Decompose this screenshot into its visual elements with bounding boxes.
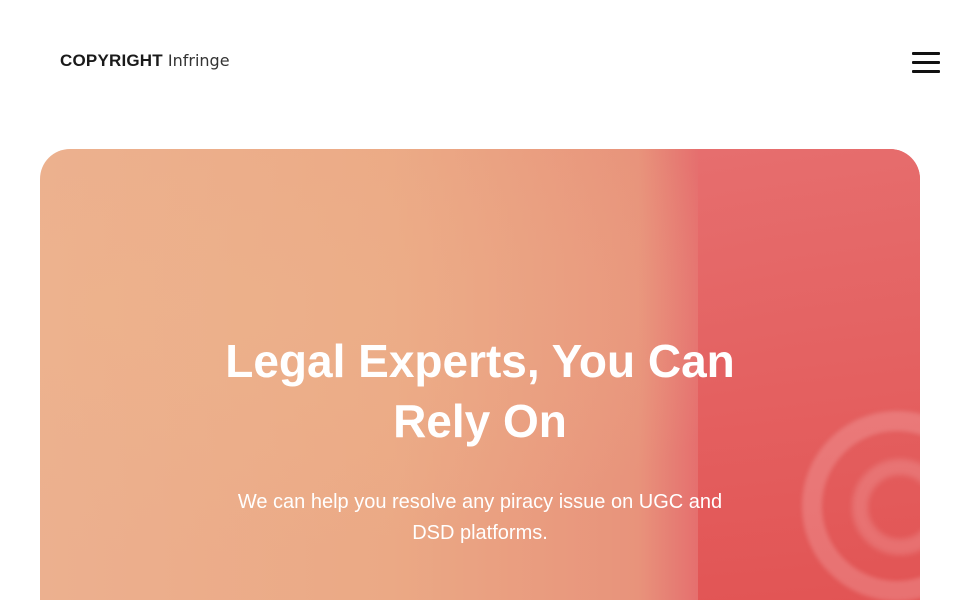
hamburger-menu-icon-bar — [912, 61, 940, 64]
site-logo[interactable]: COPYRIGHT Infringe — [60, 51, 230, 75]
hero-title: Legal Experts, You Can Rely On — [225, 335, 735, 447]
hero-subtitle: We can help you resolve any piracy issue… — [237, 491, 723, 544]
logo-word-strong: COPYRIGHT — [60, 51, 163, 70]
hamburger-menu-icon-bar — [912, 70, 940, 73]
hamburger-menu-button[interactable] — [908, 50, 944, 74]
logo-word-light: Infringe — [167, 51, 230, 70]
site-header: COPYRIGHT Infringe — [0, 0, 960, 124]
hamburger-menu-icon — [912, 52, 940, 55]
hero-section: Legal Experts, You Can Rely On We can he… — [40, 149, 920, 600]
